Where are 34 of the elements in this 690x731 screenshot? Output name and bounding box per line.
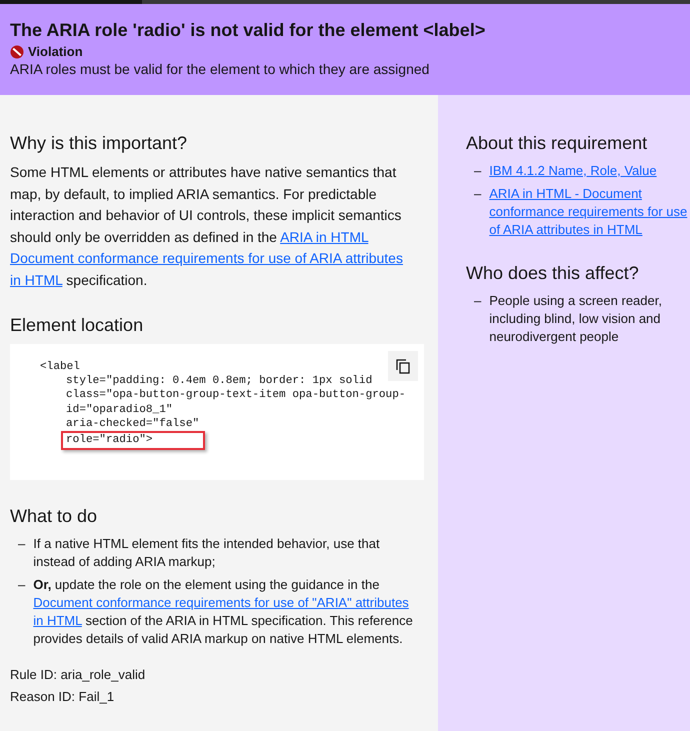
paragraph: Some HTML elements or attributes have native semantics that map, by default, to implied ARIA semantics. For predictable interaction and behavior of UI controls, these implicit semantics should only be overridden as defined in the ARIA in HTML Document conformance requirements for use of ARIA attributes in HTML specification. — [10, 163, 404, 290]
section-heading: About this requirement — [466, 132, 648, 155]
paragraph: People using a screen reader, including blind, low vision and neurodivergent people — [489, 292, 663, 346]
violation-icon — [10, 44, 24, 58]
section-heading: Who does this affect? — [466, 262, 640, 285]
link[interactable]: IBM 4.1.2 Name, Role, Value — [489, 162, 657, 180]
code-line: aria-checked="false" — [66, 416, 200, 432]
code-line: <label — [40, 360, 80, 374]
rule-id-text: Rule ID: aria_role_valid — [10, 666, 146, 684]
code-line: style="padding: 0.4em 0.8em; border: 1px solid — [66, 374, 372, 388]
issue-summary: ARIA roles must be valid for the element to which they are assigned — [10, 60, 430, 79]
section-heading: What to do — [10, 505, 98, 528]
link[interactable]: Document conformance requirements for use of ARIA attributes — [10, 250, 403, 266]
issue-title: The ARIA role 'radio' is not valid for the element <label> — [10, 19, 486, 42]
link[interactable]: in HTML — [10, 272, 62, 288]
copy-button[interactable] — [388, 351, 418, 381]
bullet-dash: – — [474, 292, 482, 310]
code-line: id="oparadio8_1" — [66, 402, 173, 417]
bullet-dash: – — [18, 576, 26, 594]
paragraph: Or, update the role on the element using the guidance in the Document conformance requirements for use of "ARIA" attributes in HTML section of the ARIA in HTML specification. This reference provides details of valid ARIA markup on native HTML elements. — [33, 576, 414, 648]
copy-icon — [396, 358, 410, 374]
status-label: Violation — [28, 43, 83, 60]
section-heading: Element location — [10, 314, 144, 337]
link[interactable]: Document conformance requirements for use of "ARIA" attributes — [33, 595, 409, 610]
bullet-dash: – — [474, 162, 482, 180]
link[interactable]: in HTML — [33, 613, 82, 628]
rule-id-text: Reason ID: Fail_1 — [10, 688, 116, 706]
bullet-dash: – — [474, 185, 482, 203]
bullet-dash: – — [18, 535, 26, 553]
code-line: class="opa-button-group-text-item opa-button-group- — [66, 388, 406, 403]
link[interactable]: ARIA in HTML - Document conformance requirements for use of ARIA attributes in HTML — [489, 185, 688, 239]
link[interactable]: ARIA in HTML — [280, 228, 368, 244]
paragraph: If a native HTML element fits the intended behavior, use that instead of adding ARIA markup; — [33, 535, 381, 571]
section-heading: Why is this important? — [10, 132, 188, 155]
